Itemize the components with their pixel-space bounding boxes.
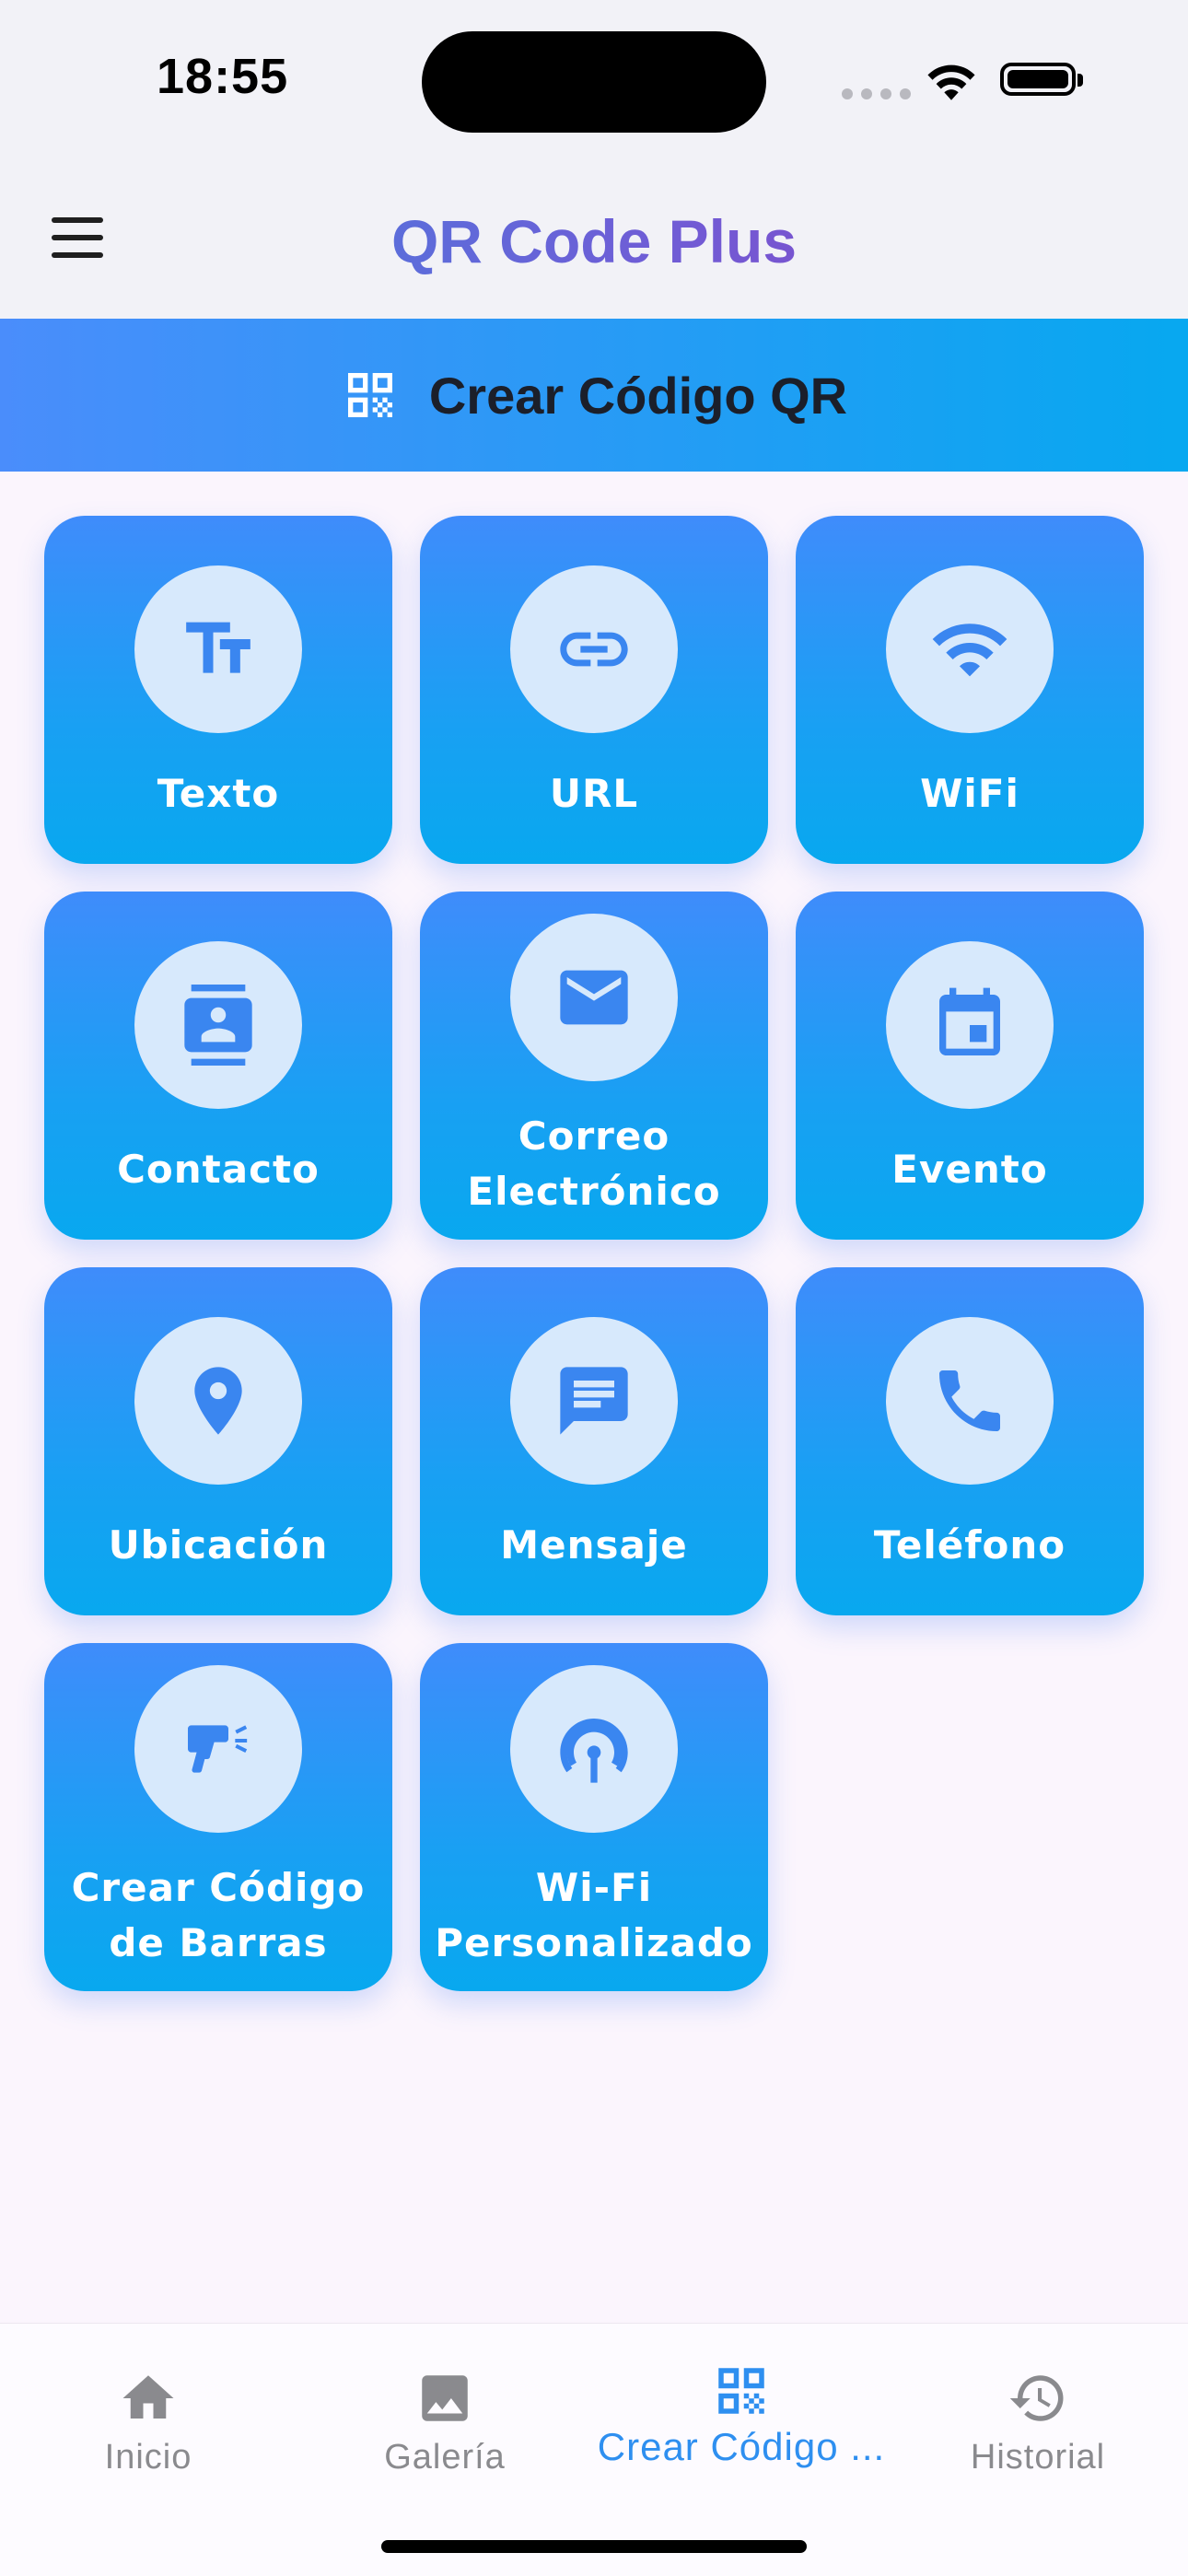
status-bar: 18:55: [0, 0, 1188, 157]
tile-icon-circle: [886, 941, 1054, 1109]
tile-icon-circle: [886, 565, 1054, 733]
tile-icon-circle: [510, 1317, 678, 1485]
section-header: Crear Código QR: [0, 319, 1188, 472]
app-title: QR Code Plus: [0, 204, 1188, 278]
phone-icon: [939, 1370, 1000, 1431]
tile-icon-circle: [886, 1317, 1054, 1485]
tile-texto[interactable]: Texto: [44, 516, 392, 864]
tile-icon-circle: [510, 914, 678, 1081]
tile-label: Mensaje: [500, 1522, 688, 1568]
tile-evento[interactable]: Evento: [796, 892, 1144, 1240]
tile-icon-circle: [510, 1665, 678, 1833]
tile-label: Teléfono: [873, 1522, 1066, 1568]
tile-icon-circle: [510, 565, 678, 733]
qr-code-icon: [718, 2368, 764, 2414]
battery-icon: [1000, 63, 1083, 96]
tile-label: Evento: [891, 1147, 1048, 1192]
link-icon: [560, 632, 628, 667]
app-bar: QR Code Plus: [0, 157, 1188, 319]
tile-label: Correo Electrónico: [467, 1113, 721, 1214]
gallery-icon: [422, 2375, 468, 2421]
tile-wifi[interactable]: WiFi: [796, 516, 1144, 864]
location-pin-icon: [194, 1367, 242, 1435]
section-title: Crear Código QR: [428, 366, 848, 425]
wifi-tethering-icon: [560, 1719, 628, 1783]
nav-item-historial[interactable]: Historial: [890, 2348, 1186, 2486]
home-icon: [122, 2375, 174, 2419]
tile-label: Crear Código de Barras: [71, 1865, 366, 1965]
tile-label: WiFi: [920, 771, 1019, 816]
nav-item-crear-codigo[interactable]: Crear Código ...: [593, 2348, 890, 2486]
qr-code-icon: [347, 373, 392, 417]
cellular-signal-icon: [842, 88, 911, 99]
tile-icon-circle: [134, 1665, 302, 1833]
tile-label: Wi-Fi Personalizado: [435, 1865, 753, 1965]
tile-url[interactable]: URL: [420, 516, 768, 864]
nav-label: Crear Código ...: [597, 2425, 886, 2468]
tile-telefono[interactable]: Teléfono: [796, 1267, 1144, 1615]
tile-crear-codigo-de-barras[interactable]: Crear Código de Barras: [44, 1643, 392, 1991]
wifi-status-icon: [927, 64, 975, 100]
barcode-scanner-icon: [188, 1725, 248, 1773]
email-icon: [560, 970, 628, 1025]
tile-label: Ubicación: [108, 1522, 329, 1568]
wifi-icon: [932, 624, 1007, 677]
tile-wifi-personalizado[interactable]: Wi-Fi Personalizado: [420, 1643, 768, 1991]
contact-card-icon: [184, 985, 252, 1066]
bottom-nav: Inicio Galería Crear Código ... Historia…: [0, 2323, 1188, 2576]
tile-icon-circle: [134, 1317, 302, 1485]
message-icon: [560, 1367, 628, 1435]
tile-label: Contacto: [117, 1147, 320, 1192]
nav-label: Galería: [384, 2438, 506, 2477]
nav-item-galeria[interactable]: Galería: [297, 2348, 593, 2486]
text-fields-icon: [186, 622, 250, 673]
history-icon: [1009, 2375, 1064, 2421]
tile-icon-circle: [134, 565, 302, 733]
calendar-event-icon: [939, 987, 1000, 1055]
status-time: 18:55: [157, 49, 289, 104]
tile-ubicacion[interactable]: Ubicación: [44, 1267, 392, 1615]
tile-label: Texto: [157, 771, 280, 816]
tile-contacto[interactable]: Contacto: [44, 892, 392, 1240]
tile-icon-circle: [134, 941, 302, 1109]
tile-label: URL: [549, 771, 639, 816]
nav-label: Inicio: [104, 2438, 192, 2477]
tile-mensaje[interactable]: Mensaje: [420, 1267, 768, 1615]
nav-label: Historial: [970, 2438, 1106, 2477]
dynamic-island: [422, 31, 766, 133]
home-indicator: [381, 2540, 807, 2553]
nav-item-inicio[interactable]: Inicio: [0, 2348, 297, 2486]
create-options-grid: Texto URL WiFi Contacto Correo Electróni…: [44, 516, 1146, 1991]
tile-correo-electronico[interactable]: Correo Electrónico: [420, 892, 768, 1240]
